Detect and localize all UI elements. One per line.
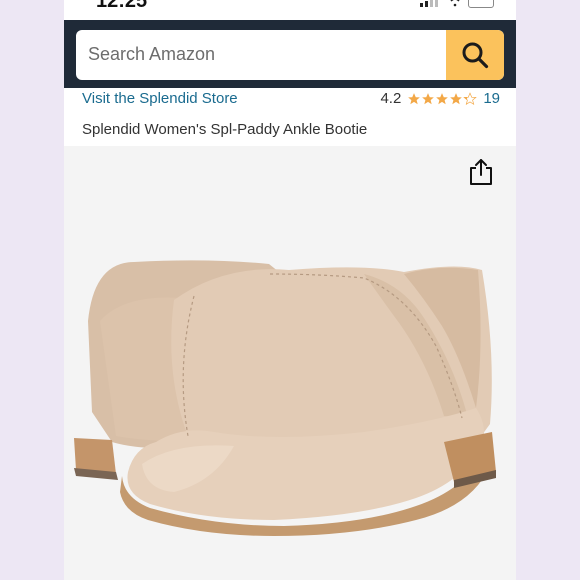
screenshot-frame: 12:25 Search Amazon Visit the Splendid S…	[0, 0, 580, 580]
share-icon[interactable]	[468, 158, 494, 186]
star-icon	[450, 92, 463, 104]
phone-screen: 12:25 Search Amazon Visit the Splendid S…	[64, 0, 516, 580]
wifi-icon	[450, 0, 460, 7]
star-icon-partial	[463, 91, 478, 105]
search-button[interactable]	[446, 30, 504, 80]
star-icon	[436, 92, 449, 104]
status-icons	[420, 0, 494, 8]
product-image-area[interactable]	[64, 146, 516, 580]
search-icon	[462, 42, 489, 69]
search-box[interactable]: Search Amazon	[76, 30, 504, 80]
product-title: Splendid Women's Spl-Paddy Ankle Bootie	[82, 121, 368, 138]
rating-count[interactable]: 19	[483, 90, 500, 107]
store-rating-row: Visit the Splendid Store 4.2 19	[64, 88, 516, 112]
rating-value: 4.2	[380, 90, 402, 107]
product-image[interactable]	[64, 146, 516, 580]
left-margin	[0, 0, 64, 580]
signal-icon	[420, 0, 438, 7]
battery-icon	[468, 0, 494, 8]
search-header: Search Amazon	[64, 20, 516, 88]
status-time: 12:25	[96, 0, 148, 12]
status-bar: 12:25	[64, 0, 516, 20]
star-icon	[422, 92, 435, 104]
rating-summary[interactable]: 4.2 19	[380, 90, 500, 107]
right-margin	[516, 0, 580, 580]
star-rating	[407, 91, 478, 106]
search-input[interactable]: Search Amazon	[88, 44, 215, 65]
visit-store-link[interactable]: Visit the Splendid Store	[82, 90, 238, 107]
star-icon	[408, 92, 421, 104]
